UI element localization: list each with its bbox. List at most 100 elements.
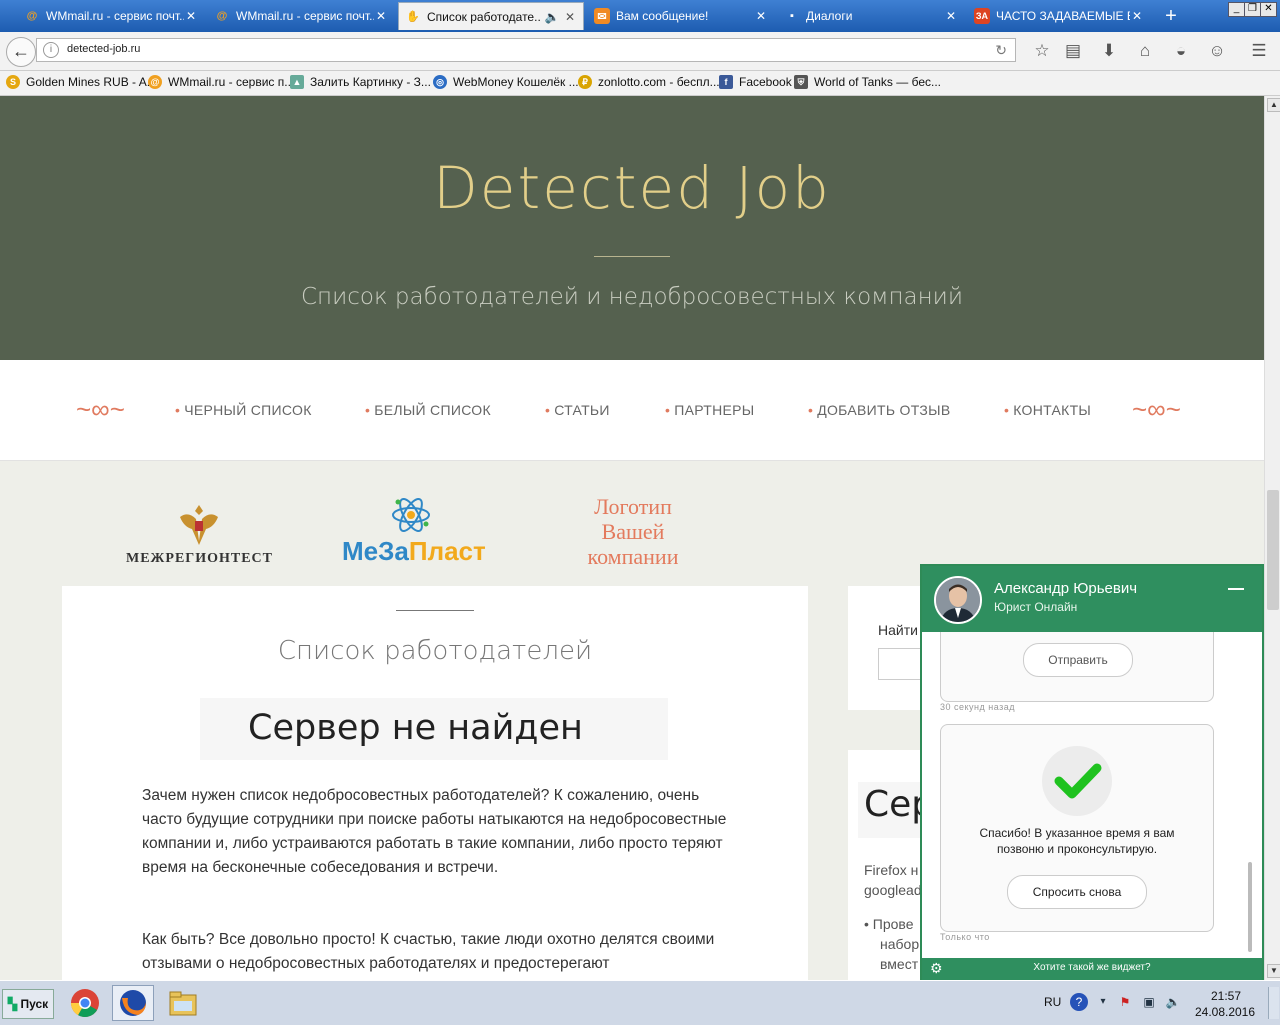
firefox-taskbar-button[interactable]: [112, 985, 154, 1021]
pocket-icon[interactable]: ◒: [1170, 40, 1192, 62]
page-scrollbar[interactable]: ▲ ▼: [1264, 96, 1280, 980]
minimize-window-button[interactable]: _: [1228, 2, 1245, 17]
speaker-icon[interactable]: 🔈: [541, 10, 563, 24]
bookmark-label: WebMoney Кошелёк ...: [453, 75, 579, 89]
reload-icon[interactable]: ↻: [995, 42, 1007, 59]
tab-message[interactable]: ✉ Вам сообщение! ✕: [588, 2, 774, 30]
close-icon[interactable]: ✕: [374, 9, 388, 23]
bookmark-item[interactable]: @ WMmail.ru - сервис п...: [148, 75, 294, 89]
scroll-up-arrow-icon[interactable]: ▲: [1267, 98, 1280, 112]
new-tab-button[interactable]: +: [1158, 4, 1184, 28]
minimize-icon[interactable]: [1228, 588, 1244, 590]
menu-item-contacts[interactable]: • КОНТАКТЫ: [1004, 402, 1091, 418]
home-icon[interactable]: ⌂: [1134, 40, 1156, 62]
menu-item-add-review[interactable]: • ДОБАВИТЬ ОТЗЫВ: [808, 402, 951, 418]
start-button[interactable]: ▚ Пуск: [2, 989, 54, 1019]
embedded-error-frame: Сервер не найден: [200, 698, 668, 760]
close-icon[interactable]: ✕: [754, 9, 768, 23]
tab-dialogs[interactable]: ▪ Диалоги ✕: [778, 2, 964, 30]
bookmark-item[interactable]: S Golden Mines RUB - A...: [6, 75, 157, 89]
checkmark-icon: [1042, 746, 1112, 816]
partner-logo-mrt[interactable]: МЕЖРЕГИОНТЕСТ: [126, 551, 273, 567]
wot-shield-icon: ⛨: [794, 75, 808, 89]
bookmark-item[interactable]: ₽ zonlotto.com - беспл...: [578, 75, 720, 89]
site-title[interactable]: Detected Job: [0, 154, 1264, 222]
image-icon: ▲: [290, 75, 304, 89]
message-bubble: Отправить: [940, 632, 1214, 702]
s-coin-icon: S: [6, 75, 20, 89]
send-button[interactable]: Отправить: [1023, 643, 1133, 677]
sidebar-text: вмест: [880, 956, 919, 972]
hello-icon[interactable]: ☺: [1206, 40, 1228, 62]
ornament-left-icon: ~∞~: [76, 394, 125, 424]
volume-icon[interactable]: 🔈: [1164, 993, 1182, 1011]
close-window-button[interactable]: ✕: [1260, 2, 1277, 17]
site-subtitle: Список работодателей и недобросовестных …: [301, 284, 963, 310]
tab-wmmail-1[interactable]: @ WMmail.ru - сервис почт... ✕: [18, 2, 204, 30]
scroll-down-arrow-icon[interactable]: ▼: [1267, 964, 1280, 978]
sidebar-text: Firefox н: [864, 862, 919, 878]
sidebar-text: googlead: [864, 882, 922, 898]
ornament-right-icon: ~∞~: [1132, 394, 1181, 424]
chat-messages: Отправить 30 секунд назад Спасибо! В ука…: [922, 632, 1262, 958]
ask-again-button[interactable]: Спросить снова: [1007, 875, 1147, 909]
tab-label: WMmail.ru - сервис почт...: [236, 9, 374, 23]
close-icon[interactable]: ✕: [944, 9, 958, 23]
bookmark-label: zonlotto.com - беспл...: [598, 75, 720, 89]
tab-detected-job[interactable]: ✋ Список работодате... 🔈 ✕: [398, 2, 584, 30]
bookmark-label: Golden Mines RUB - A...: [26, 75, 157, 89]
explorer-taskbar-button[interactable]: [162, 985, 204, 1021]
timestamp: 30 секунд назад: [940, 702, 1016, 712]
widget-promo-link[interactable]: Хотите такой же виджет?: [922, 962, 1262, 973]
embedded-error-frame: Сер: [858, 782, 934, 838]
tab-faq[interactable]: ЗА ЧАСТО ЗАДАВАЕМЫЕ В... ✕: [968, 2, 1150, 30]
action-center-icon[interactable]: ⚑: [1116, 993, 1134, 1011]
thanks-message: Спасибо! В указанное время я вам позвоню…: [979, 826, 1175, 856]
chat-header: Александр Юрьевич Юрист Онлайн: [922, 566, 1262, 632]
za-logo-icon: ЗА: [974, 8, 990, 24]
at-icon: @: [26, 10, 38, 22]
timestamp: Только что: [940, 932, 990, 942]
menu-item-whitelist[interactable]: • БЕЛЫЙ СПИСОК: [365, 402, 491, 418]
url-bar[interactable]: i detected-job.ru ↻: [36, 38, 1016, 62]
close-icon[interactable]: ✕: [563, 10, 577, 24]
chat-scrollbar[interactable]: [1248, 862, 1252, 952]
hand-icon: ✋: [406, 11, 420, 23]
bookmark-item[interactable]: ▲ Залить Картинку - З...: [290, 75, 431, 89]
bookmark-item[interactable]: ◎ WebMoney Кошелёк ...: [433, 75, 579, 89]
browser-tab-strip: @ WMmail.ru - сервис почт... ✕ @ WMmail.…: [0, 0, 1280, 32]
close-icon[interactable]: ✕: [1130, 9, 1144, 23]
close-icon[interactable]: ✕: [184, 9, 198, 23]
back-button[interactable]: ←: [6, 37, 36, 67]
chrome-taskbar-button[interactable]: [64, 985, 106, 1021]
menu-icon[interactable]: ☰: [1248, 40, 1270, 62]
scroll-thumb[interactable]: [1267, 490, 1279, 610]
clock-date[interactable]: 24.08.2016: [1192, 1005, 1258, 1019]
info-icon[interactable]: i: [43, 42, 59, 58]
navigation-toolbar: ← i detected-job.ru ↻ ☆ ▤ ⬇ ⌂ ◒ ☺ ☰: [0, 32, 1280, 71]
tab-label: Список работодате...: [427, 9, 541, 24]
bookmark-star-icon[interactable]: ☆: [1031, 40, 1053, 62]
menu-item-partners[interactable]: • ПАРТНЕРЫ: [665, 402, 754, 418]
site-header: Detected Job Список работодателей и недо…: [0, 96, 1264, 360]
network-icon[interactable]: ▣: [1140, 993, 1158, 1011]
partner-logo-mezaplast[interactable]: МеЗаПласт: [342, 536, 486, 567]
bookmark-label: Facebook: [739, 75, 792, 89]
partner-logo-placeholder[interactable]: Логотип Вашей компании: [570, 494, 696, 569]
restore-window-button[interactable]: ❐: [1244, 2, 1261, 17]
help-icon[interactable]: ?: [1070, 993, 1088, 1011]
show-desktop-button[interactable]: [1268, 987, 1279, 1019]
clock-time[interactable]: 21:57: [1206, 989, 1246, 1003]
menu-item-blacklist[interactable]: • ЧЕРНЫЙ СПИСОК: [175, 402, 312, 418]
download-icon[interactable]: ⬇: [1098, 40, 1120, 62]
language-indicator[interactable]: RU: [1044, 995, 1061, 1009]
tab-wmmail-2[interactable]: @ WMmail.ru - сервис почт... ✕: [208, 2, 394, 30]
bookmark-item[interactable]: ⛨ World of Tanks — бес...: [794, 75, 941, 89]
title-divider: [396, 610, 474, 611]
menu-item-articles[interactable]: • СТАТЬИ: [545, 402, 610, 418]
tray-expand-icon[interactable]: ▾: [1094, 993, 1112, 1011]
reading-list-icon[interactable]: ▤: [1062, 40, 1084, 62]
bookmark-item[interactable]: f Facebook: [719, 75, 792, 89]
url-text[interactable]: detected-job.ru: [67, 43, 140, 55]
tab-label: WMmail.ru - сервис почт...: [46, 9, 184, 23]
